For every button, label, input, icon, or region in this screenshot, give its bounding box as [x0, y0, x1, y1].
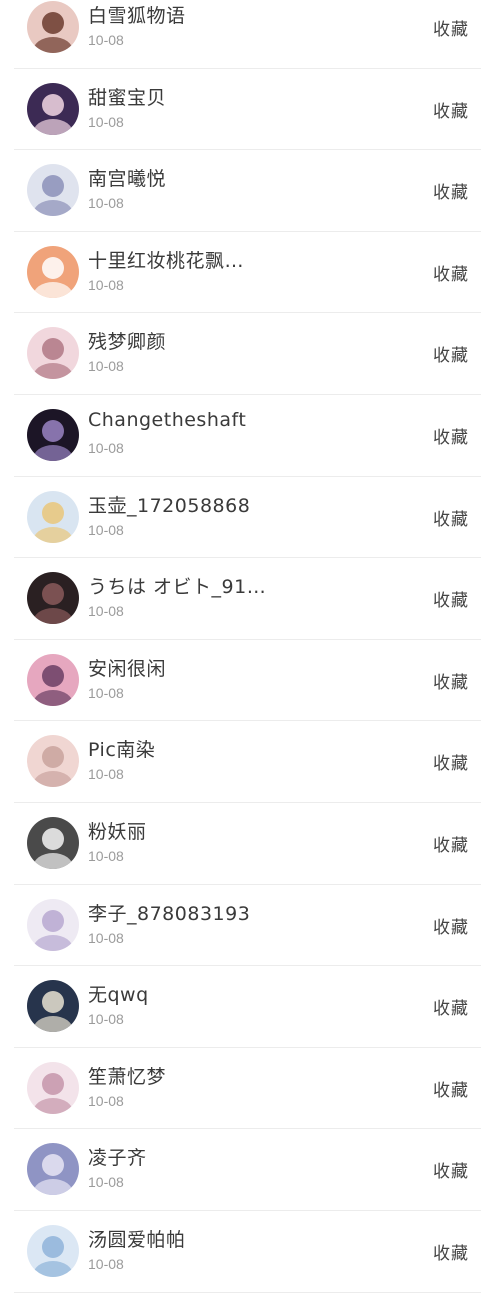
- list-item[interactable]: 十里红妆桃花飘… 10-08 收藏: [14, 232, 481, 314]
- user-name[interactable]: Pic南染: [88, 735, 155, 762]
- item-date: 10-08: [88, 684, 124, 701]
- favorite-button[interactable]: 收藏: [433, 994, 469, 1019]
- favorite-button[interactable]: 收藏: [433, 97, 469, 122]
- item-date: 10-08: [88, 439, 124, 456]
- avatar[interactable]: [27, 898, 79, 951]
- item-date: 10-08: [88, 276, 124, 293]
- favorite-button[interactable]: 收藏: [433, 1157, 469, 1182]
- user-name[interactable]: 十里红妆桃花飘…: [88, 246, 244, 273]
- user-name[interactable]: 残梦卿颜: [88, 327, 166, 354]
- list-item[interactable]: Changetheshaft 10-08 收藏: [14, 395, 481, 477]
- favorite-button[interactable]: 收藏: [433, 178, 469, 203]
- favorite-button[interactable]: 收藏: [433, 586, 469, 611]
- user-name[interactable]: 粉妖丽: [88, 817, 147, 844]
- item-date: 10-08: [88, 113, 124, 130]
- item-date: 10-08: [88, 1011, 124, 1028]
- favorites-list: 白雪狐物语 10-08 收藏 甜蜜宝贝 10-08 收藏 南宫曦悦 10-08 收藏 十里红妆桃花…: [0, 0, 495, 1293]
- list-item[interactable]: 凌子齐 10-08 收藏: [14, 1129, 481, 1211]
- user-name[interactable]: 南宫曦悦: [88, 164, 166, 191]
- item-date: 10-08: [88, 32, 124, 48]
- user-name[interactable]: 笙萧忆梦: [88, 1062, 166, 1089]
- item-date: 10-08: [88, 1255, 124, 1272]
- item-date: 10-08: [88, 929, 124, 946]
- item-date: 10-08: [88, 358, 124, 375]
- list-item[interactable]: 无qwq 10-08 收藏: [14, 966, 481, 1048]
- avatar[interactable]: [27, 1143, 79, 1196]
- user-name[interactable]: 白雪狐物语: [88, 1, 186, 28]
- avatar[interactable]: [27, 1061, 79, 1114]
- favorite-button[interactable]: 收藏: [433, 831, 469, 856]
- item-date: 10-08: [88, 1174, 124, 1191]
- list-item[interactable]: 白雪狐物语 10-08 收藏: [14, 0, 481, 69]
- list-item[interactable]: 甜蜜宝贝 10-08 收藏: [14, 69, 481, 151]
- list-item[interactable]: Pic南染 10-08 收藏: [14, 721, 481, 803]
- avatar[interactable]: [27, 82, 79, 135]
- user-name[interactable]: 安闲很闲: [88, 654, 166, 681]
- favorite-button[interactable]: 收藏: [433, 260, 469, 285]
- favorite-button[interactable]: 收藏: [433, 341, 469, 366]
- avatar[interactable]: [27, 490, 79, 543]
- list-item[interactable]: 安闲很闲 10-08 收藏: [14, 640, 481, 722]
- favorite-button[interactable]: 收藏: [433, 423, 469, 448]
- user-name[interactable]: 李子_878083193: [88, 899, 250, 926]
- item-date: 10-08: [88, 847, 124, 864]
- favorite-button[interactable]: 收藏: [433, 668, 469, 693]
- list-item[interactable]: 南宫曦悦 10-08 收藏: [14, 150, 481, 232]
- avatar[interactable]: [27, 408, 79, 461]
- avatar[interactable]: [27, 327, 79, 380]
- favorite-button[interactable]: 收藏: [433, 749, 469, 774]
- list-item[interactable]: 残梦卿颜 10-08 收藏: [14, 313, 481, 395]
- favorite-button[interactable]: 收藏: [433, 1076, 469, 1101]
- favorite-button[interactable]: 收藏: [433, 1239, 469, 1264]
- favorite-button[interactable]: 收藏: [433, 913, 469, 938]
- item-date: 10-08: [88, 766, 124, 783]
- user-name[interactable]: 凌子齐: [88, 1143, 147, 1170]
- list-item[interactable]: 汤圆爱帕帕 10-08 收藏: [14, 1211, 481, 1293]
- item-date: 10-08: [88, 195, 124, 212]
- list-item[interactable]: 李子_878083193 10-08 收藏: [14, 885, 481, 967]
- avatar[interactable]: [27, 164, 79, 217]
- user-name[interactable]: 甜蜜宝贝: [88, 83, 166, 110]
- list-item[interactable]: 笙萧忆梦 10-08 收藏: [14, 1048, 481, 1130]
- user-name[interactable]: 汤圆爱帕帕: [88, 1225, 186, 1252]
- item-date: 10-08: [88, 1092, 124, 1109]
- list-item[interactable]: うちは オビト_91… 10-08 收藏: [14, 558, 481, 640]
- avatar[interactable]: [27, 980, 79, 1033]
- item-date: 10-08: [88, 521, 124, 538]
- user-name[interactable]: 玉壶_172058868: [88, 491, 250, 518]
- avatar[interactable]: [27, 1, 79, 53]
- avatar[interactable]: [27, 816, 79, 869]
- avatar[interactable]: [27, 1224, 79, 1277]
- favorite-button[interactable]: 收藏: [433, 505, 469, 530]
- item-date: 10-08: [88, 603, 124, 620]
- list-item[interactable]: 玉壶_172058868 10-08 收藏: [14, 477, 481, 559]
- user-name[interactable]: Changetheshaft: [88, 409, 246, 431]
- user-name[interactable]: うちは オビト_91…: [88, 572, 266, 599]
- avatar[interactable]: [27, 653, 79, 706]
- user-name[interactable]: 无qwq: [88, 980, 149, 1007]
- avatar[interactable]: [27, 245, 79, 298]
- list-item[interactable]: 粉妖丽 10-08 收藏: [14, 803, 481, 885]
- favorite-button[interactable]: 收藏: [433, 15, 469, 40]
- avatar[interactable]: [27, 735, 79, 788]
- avatar[interactable]: [27, 572, 79, 625]
